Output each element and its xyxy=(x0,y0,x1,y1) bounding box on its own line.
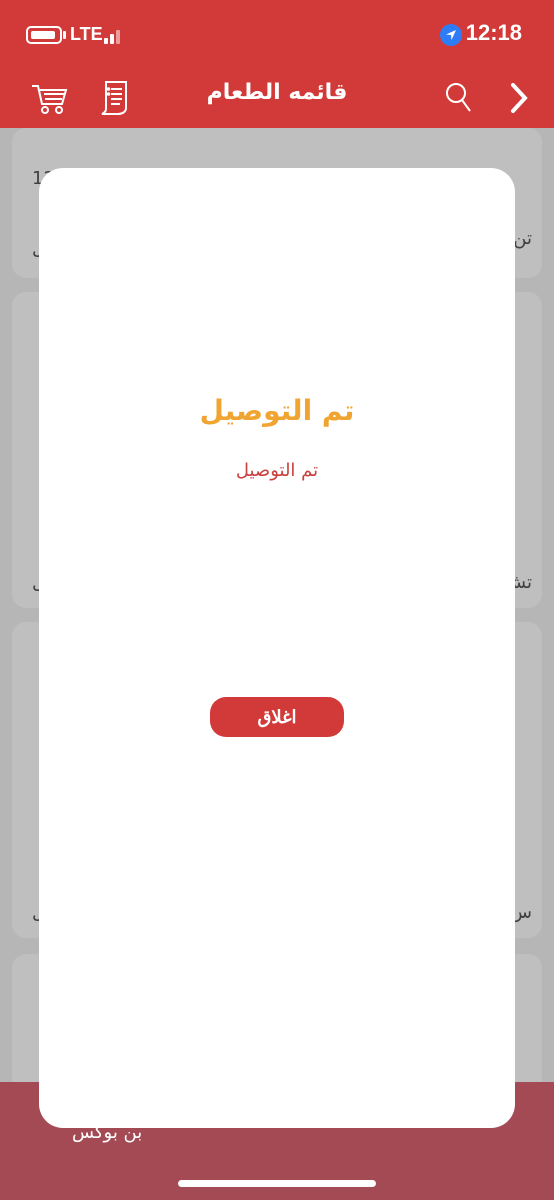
battery-cap xyxy=(63,31,66,39)
network-label: LTE xyxy=(70,24,103,44)
home-indicator xyxy=(178,1180,376,1187)
status-time: 12:18 xyxy=(465,20,522,45)
delivered-dialog: تم التوصيل تم التوصيل اغلاق xyxy=(39,168,515,1128)
navbar: قائمه الطعام xyxy=(0,70,554,128)
signal-icon xyxy=(104,28,128,44)
dialog-message: تم التوصيل xyxy=(235,460,319,481)
close-button[interactable]: اغلاق xyxy=(210,697,344,737)
chevron-right-icon[interactable] xyxy=(500,78,540,118)
battery-icon xyxy=(26,26,62,44)
dialog-title: تم التوصيل xyxy=(199,394,355,427)
app-header: LTE 12:18 قائمه الطعام xyxy=(0,0,554,128)
search-icon[interactable] xyxy=(440,78,480,118)
status-bar: LTE 12:18 xyxy=(0,0,554,70)
location-icon xyxy=(440,24,462,46)
